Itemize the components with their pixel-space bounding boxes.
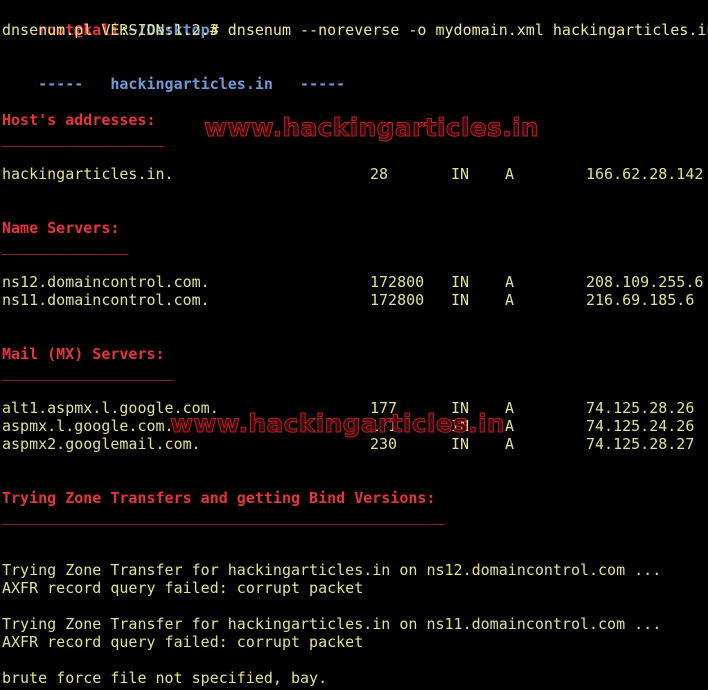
record-class: IN (451, 417, 470, 435)
version-line: dnsenum.pl VERSION:1.2.3 (2, 21, 219, 39)
record-type: A (505, 435, 515, 453)
record-class: IN (451, 165, 470, 183)
terminal-output[interactable]: root@kali:~/Desktop# dnsenum --noreverse… (2, 3, 708, 687)
record-ttl: 28 (370, 165, 389, 183)
record-row: alt1.aspmx.l.google.com. 177 IN A 74.125… (2, 399, 708, 417)
record-host: aspmx.l.google.com. (2, 417, 174, 435)
section-title-name-servers: Name Servers: (2, 219, 120, 237)
section-underline: __________________ (2, 129, 165, 147)
record-row: aspmx.l.google.com. 171 IN A 74.125.24.2… (2, 417, 708, 435)
record-row: ns11.domaincontrol.com. 172800 IN A 216.… (2, 291, 708, 309)
record-type: A (505, 273, 515, 291)
record-row: ns12.domaincontrol.com. 172800 IN A 208.… (2, 273, 708, 291)
record-host: aspmx2.googlemail.com. (2, 435, 201, 453)
record-type: A (505, 399, 515, 417)
record-ttl: 230 (370, 435, 398, 453)
record-type: A (505, 417, 515, 435)
record-host: alt1.aspmx.l.google.com. (2, 399, 219, 417)
zone-transfer-result: AXFR record query failed: corrupt packet (2, 579, 364, 597)
record-class: IN (451, 291, 470, 309)
record-host: ns11.domaincontrol.com. (2, 291, 210, 309)
record-type: A (505, 291, 515, 309)
record-ttl: 171 (370, 417, 398, 435)
record-ttl: 172800 (370, 273, 425, 291)
record-host: hackingarticles.in. (2, 165, 174, 183)
zone-transfer-attempt: Trying Zone Transfer for hackingarticles… (2, 561, 662, 579)
record-class: IN (451, 435, 470, 453)
record-ip: 74.125.28.27 (586, 435, 695, 453)
section-underline: ___________________ (2, 363, 174, 381)
domain-header: ----- hackingarticles.in ----- (2, 57, 708, 93)
section-underline: ______________ (2, 237, 129, 255)
zone-transfer-attempt: Trying Zone Transfer for hackingarticles… (2, 615, 662, 633)
record-ip: 166.62.28.142 (586, 165, 704, 183)
record-class: IN (451, 399, 470, 417)
record-ip: 74.125.28.26 (586, 399, 695, 417)
record-type: A (505, 165, 515, 183)
record-ip: 74.125.24.26 (586, 417, 695, 435)
section-title-mail-servers: Mail (MX) Servers: (2, 345, 165, 363)
section-title-zone-transfers: Trying Zone Transfers and getting Bind V… (2, 489, 436, 507)
section-title-host-addresses: Host's addresses: (2, 111, 156, 129)
record-row: aspmx2.googlemail.com. 230 IN A 74.125.2… (2, 435, 708, 453)
command-prompt-line: root@kali:~/Desktop# dnsenum --noreverse… (2, 3, 708, 39)
record-ttl: 172800 (370, 291, 425, 309)
record-ttl: 177 (370, 399, 398, 417)
zone-transfer-result: AXFR record query failed: corrupt packet (2, 633, 364, 651)
record-ip: 216.69.185.6 (586, 291, 695, 309)
section-underline: ________________________________________… (2, 507, 445, 525)
record-class: IN (451, 273, 470, 291)
record-ip: 208.109.255.6 (586, 273, 704, 291)
record-row: hackingarticles.in. 28 IN A 166.62.28.14… (2, 165, 708, 183)
brute-force-message: brute force file not specified, bay. (2, 669, 328, 687)
record-host: ns12.domaincontrol.com. (2, 273, 210, 291)
